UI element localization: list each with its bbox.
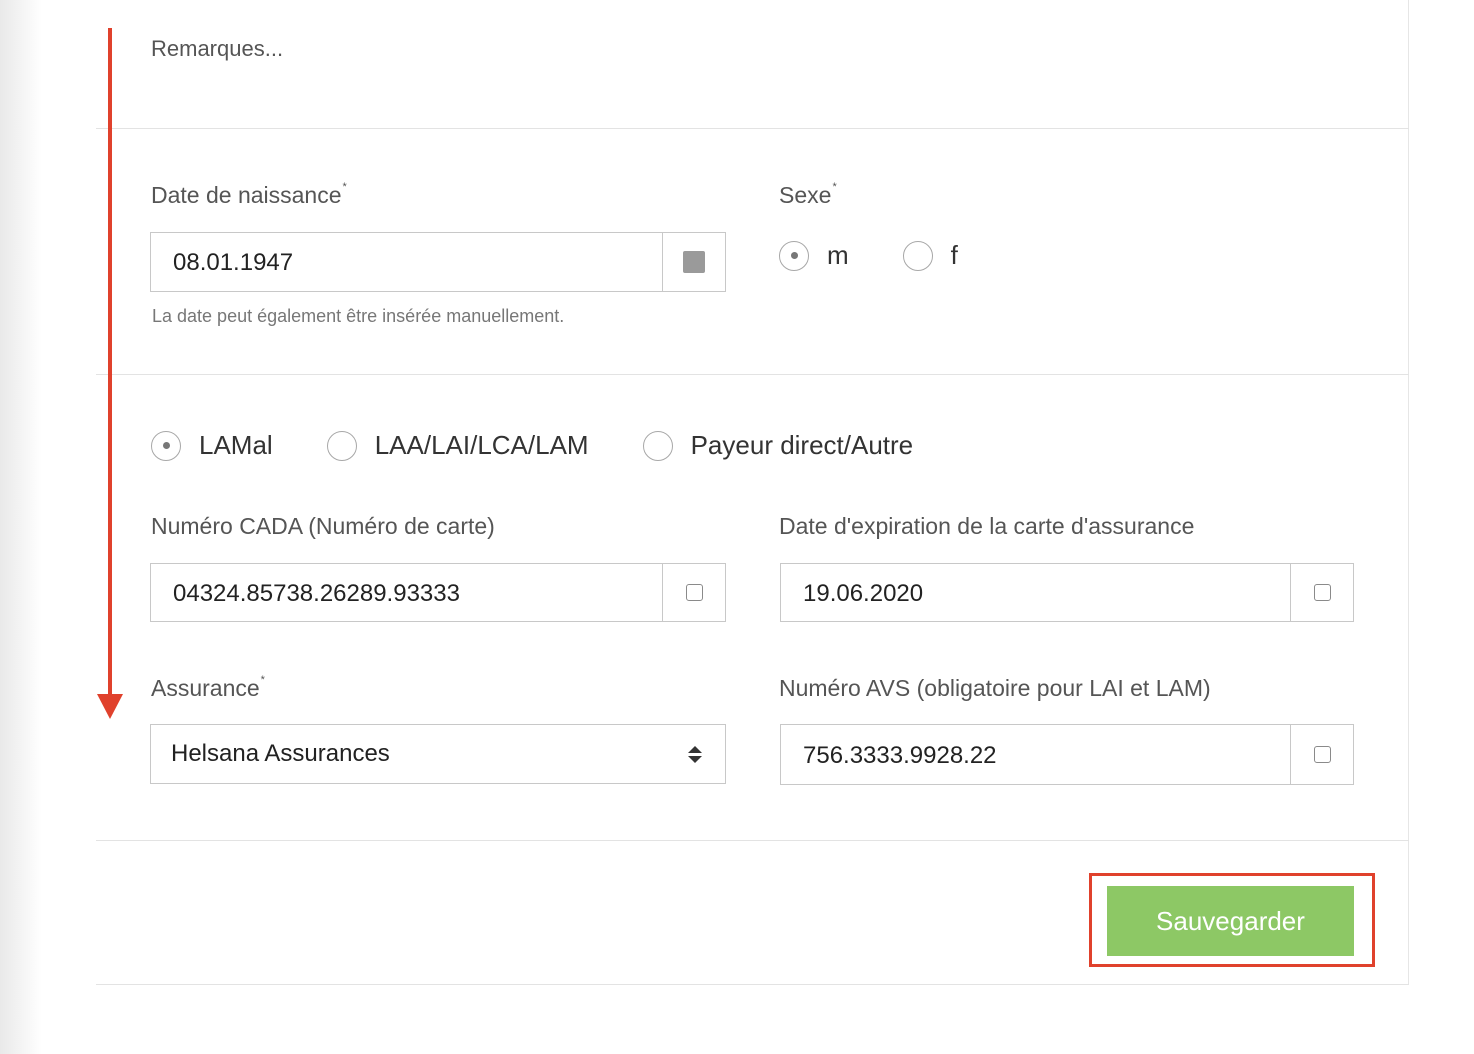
divider	[96, 840, 1409, 841]
birthdate-label-text: Date de naissance	[151, 182, 342, 208]
card-expiry-input[interactable]: 19.06.2020	[781, 564, 1290, 621]
insurance-selected-value: Helsana Assurances	[171, 740, 390, 767]
select-arrows-icon	[687, 745, 703, 763]
checkbox-icon[interactable]	[1313, 584, 1331, 601]
radio-label: m	[827, 240, 849, 270]
insurance-select[interactable]: Helsana Assurances	[150, 724, 726, 784]
required-mark: *	[832, 181, 837, 194]
sex-label: Sexe*	[779, 181, 837, 209]
annotation-arrow-head-icon	[97, 694, 123, 719]
radio-label: Payeur direct/Autre	[690, 430, 914, 460]
avs-label: Numéro AVS (obligatoire pour LAI et LAM)	[779, 675, 1211, 701]
radio-button[interactable]	[326, 430, 357, 461]
cada-addon-button[interactable]	[662, 564, 725, 621]
page: Remarques... Date de naissance* 08.01.19…	[0, 0, 1474, 1054]
divider	[96, 374, 1409, 375]
annotation-arrow-line	[108, 28, 112, 698]
avs-addon-button[interactable]	[1290, 725, 1353, 784]
calendar-button[interactable]	[662, 233, 725, 291]
arrow-down-icon	[688, 755, 702, 763]
cada-field: 04324.85738.26289.93333	[150, 563, 726, 622]
save-button[interactable]: Sauvegarder	[1107, 886, 1354, 956]
form-card	[96, 0, 1409, 984]
calendar-icon	[683, 251, 705, 273]
card-expiry-addon-button[interactable]	[1290, 564, 1353, 621]
radio-label: f	[950, 240, 958, 270]
sidebar-shadow	[0, 0, 42, 1054]
insurance-label-text: Assurance	[151, 675, 260, 701]
birthdate-field: 08.01.1947	[150, 232, 726, 292]
birthdate-label: Date de naissance*	[151, 181, 347, 209]
radio-button-checked[interactable]	[779, 240, 809, 271]
divider	[96, 128, 1409, 129]
insurance-label: Assurance*	[151, 674, 265, 702]
required-mark: *	[260, 674, 265, 687]
insurance-type-direct-payer[interactable]: Payeur direct/Autre	[642, 430, 914, 461]
checkbox-icon[interactable]	[685, 584, 703, 601]
sex-label-text: Sexe	[779, 182, 832, 208]
divider	[96, 984, 1409, 985]
insurance-type-laa[interactable]: LAA/LAI/LCA/LAM	[326, 430, 589, 461]
radio-label: LAMal	[199, 430, 273, 460]
cada-label: Numéro CADA (Numéro de carte)	[151, 513, 495, 539]
required-mark: *	[342, 181, 347, 194]
cada-input[interactable]: 04324.85738.26289.93333	[151, 564, 662, 621]
sex-option-f[interactable]: f	[902, 240, 958, 271]
card-expiry-label: Date d'expiration de la carte d'assuranc…	[779, 513, 1195, 539]
radio-button[interactable]	[902, 240, 933, 271]
arrow-up-icon	[688, 745, 702, 753]
checkbox-icon[interactable]	[1313, 746, 1331, 763]
remarks-textarea[interactable]: Remarques...	[151, 36, 283, 62]
sex-radio-group: m f	[779, 240, 958, 271]
radio-label: LAA/LAI/LCA/LAM	[374, 430, 589, 460]
birthdate-hint: La date peut également être insérée manu…	[152, 306, 565, 326]
avs-input[interactable]: 756.3333.9928.22	[781, 725, 1290, 784]
card-expiry-field: 19.06.2020	[780, 563, 1354, 622]
insurance-type-radio-group: LAMal LAA/LAI/LCA/LAM Payeur direct/Autr…	[151, 430, 913, 461]
avs-field: 756.3333.9928.22	[780, 724, 1354, 785]
birthdate-input[interactable]: 08.01.1947	[151, 233, 662, 291]
radio-button[interactable]	[642, 430, 673, 461]
insurance-type-lamal[interactable]: LAMal	[151, 430, 273, 461]
sex-option-m[interactable]: m	[779, 240, 849, 271]
radio-button-checked[interactable]	[151, 430, 181, 461]
